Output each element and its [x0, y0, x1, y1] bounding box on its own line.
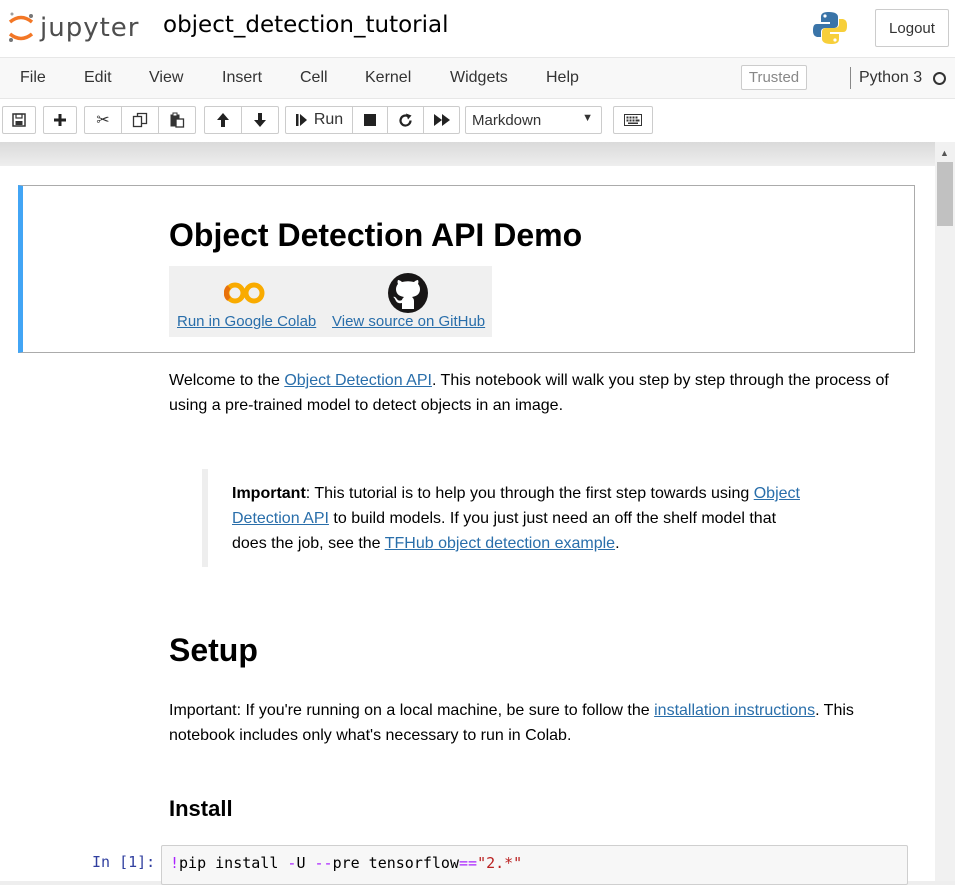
callout-bold: Important [232, 485, 306, 502]
menu-bar: File Edit View Insert Cell Kernel Widget… [0, 58, 955, 99]
run-button[interactable]: Run [285, 106, 353, 134]
setup-text-start: Important: If you're running on a local … [169, 702, 655, 719]
run-label: Run [313, 111, 344, 128]
python-logo-icon [813, 12, 847, 44]
colab-link[interactable]: Run in Google Colab [177, 313, 316, 330]
command-palette-button[interactable] [613, 106, 653, 134]
menu-widgets[interactable]: Widgets [450, 69, 508, 87]
trusted-indicator[interactable]: Trusted [741, 65, 807, 90]
menu-cell[interactable]: Cell [300, 69, 328, 87]
save-icon [12, 113, 26, 127]
kernel-status-icon [933, 72, 946, 85]
restart-button[interactable] [387, 106, 424, 134]
scrollbar[interactable]: ▲ [935, 142, 955, 881]
code-flag-2: pre tensorflow [332, 854, 459, 872]
code-flag-1: U [296, 854, 315, 872]
important-callout: Important: This tutorial is to help you … [202, 469, 802, 567]
plus-icon [54, 114, 66, 126]
restart-run-all-button[interactable] [423, 106, 460, 134]
cut-button[interactable]: ✂ [84, 106, 122, 134]
fast-forward-icon [433, 114, 450, 126]
setup-heading: Setup [169, 632, 258, 668]
menu-file[interactable]: File [20, 69, 46, 87]
jupyter-logo-icon [8, 12, 34, 42]
move-down-button[interactable] [241, 106, 279, 134]
interrupt-button[interactable] [352, 106, 388, 134]
paste-icon [170, 112, 185, 128]
paste-button[interactable] [158, 106, 196, 134]
callout-text-1: : This tutorial is to help you through t… [305, 485, 754, 502]
header-shadow [0, 142, 935, 166]
notebook-heading: Object Detection API Demo [169, 217, 583, 253]
logout-button[interactable]: Logout [875, 9, 949, 47]
badge-table: Run in Google Colab View source on GitHu… [169, 266, 492, 337]
code-operator-2: -- [314, 854, 333, 872]
chevron-down-icon: ▼ [582, 112, 593, 124]
code-string: "2.*" [477, 854, 523, 872]
setup-paragraph: Important: If you're running on a local … [169, 698, 899, 748]
cell-prompt: In [1]: [92, 853, 156, 871]
kernel-name[interactable]: Python 3 [859, 69, 922, 87]
code-operator-3: == [459, 854, 478, 872]
arrow-down-icon [254, 113, 266, 127]
tfhub-example-link[interactable]: TFHub object detection example [385, 535, 615, 552]
object-detection-api-link[interactable]: Object Detection API [284, 372, 432, 389]
scroll-up-icon[interactable]: ▲ [940, 148, 949, 158]
github-link[interactable]: View source on GitHub [332, 313, 485, 330]
code-cell-input[interactable]: !pip install -U --pre tensorflow=="2.*" [161, 845, 908, 885]
restart-icon [399, 113, 412, 127]
menu-view[interactable]: View [149, 69, 183, 87]
notebook-title[interactable]: object_detection_tutorial [163, 12, 449, 38]
callout-text-3: . [615, 535, 620, 552]
menu-help[interactable]: Help [546, 69, 579, 87]
menu-kernel[interactable]: Kernel [365, 69, 411, 87]
save-button[interactable] [2, 106, 36, 134]
installation-instructions-link[interactable]: installation instructions [654, 702, 815, 719]
intro-text-start: Welcome to the [169, 372, 285, 389]
run-icon [295, 114, 307, 126]
jupyter-logo-text: jupyter [40, 13, 140, 43]
header-bar: jupyter object_detection_tutorial Logout [0, 0, 955, 58]
github-logo-icon [388, 273, 428, 313]
cell-type-select[interactable]: Markdown ▼ [465, 106, 602, 134]
scrollbar-thumb[interactable] [937, 162, 953, 226]
cell-type-value: Markdown [472, 111, 542, 129]
copy-button[interactable] [121, 106, 159, 134]
kernel-separator [850, 67, 851, 89]
intro-paragraph: Welcome to the Object Detection API. Thi… [169, 368, 889, 418]
move-up-button[interactable] [204, 106, 242, 134]
colab-logo-icon [224, 282, 265, 304]
jupyter-logo[interactable]: jupyter [6, 10, 139, 46]
arrow-up-icon [217, 113, 229, 127]
copy-icon [132, 112, 148, 128]
stop-icon [364, 114, 376, 126]
install-heading: Install [169, 796, 233, 821]
menu-edit[interactable]: Edit [84, 69, 112, 87]
keyboard-icon [624, 114, 642, 126]
code-command: pip install [179, 854, 288, 872]
code-bang: ! [170, 854, 180, 872]
scissors-icon: ✂ [96, 112, 110, 129]
insert-cell-button[interactable] [43, 106, 77, 134]
menu-insert[interactable]: Insert [222, 69, 262, 87]
